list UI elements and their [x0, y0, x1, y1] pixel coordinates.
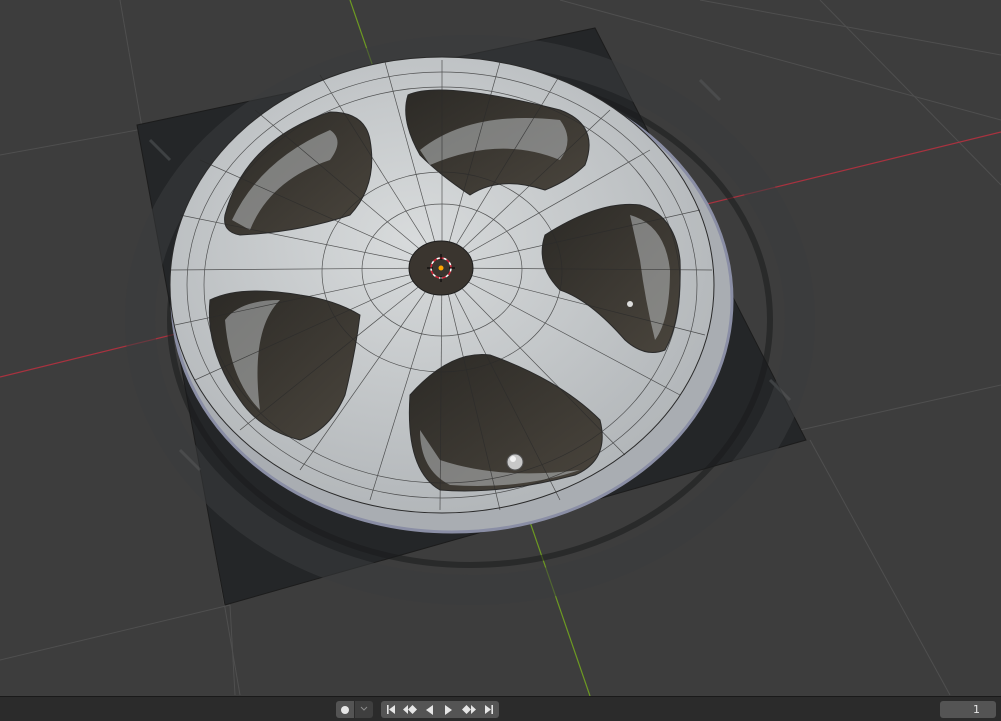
play-reverse-icon — [426, 705, 433, 715]
jump-end-icon — [485, 705, 493, 714]
jump-to-start-button[interactable] — [381, 701, 400, 718]
jump-to-end-button[interactable] — [479, 701, 499, 718]
play-button[interactable] — [439, 701, 458, 718]
prev-keyframe-icon — [403, 705, 417, 714]
record-dot-icon — [341, 705, 349, 714]
record-options-dropdown[interactable] — [355, 701, 373, 718]
play-reverse-button[interactable] — [420, 701, 439, 718]
valve-stem — [506, 453, 524, 471]
3d-viewport[interactable] — [0, 0, 1001, 696]
chevron-down-icon — [360, 706, 368, 711]
current-frame-field[interactable]: 1 — [940, 701, 996, 718]
jump-to-prev-keyframe-button[interactable] — [400, 701, 420, 718]
jump-to-next-keyframe-button[interactable] — [458, 701, 479, 718]
timeline-header: 1 — [0, 696, 1001, 721]
viewport-scene[interactable] — [0, 0, 1001, 696]
record-button[interactable] — [336, 701, 354, 718]
small-bolt — [627, 301, 633, 307]
play-icon — [445, 705, 452, 715]
jump-start-icon — [386, 705, 395, 714]
next-keyframe-icon — [461, 705, 476, 714]
